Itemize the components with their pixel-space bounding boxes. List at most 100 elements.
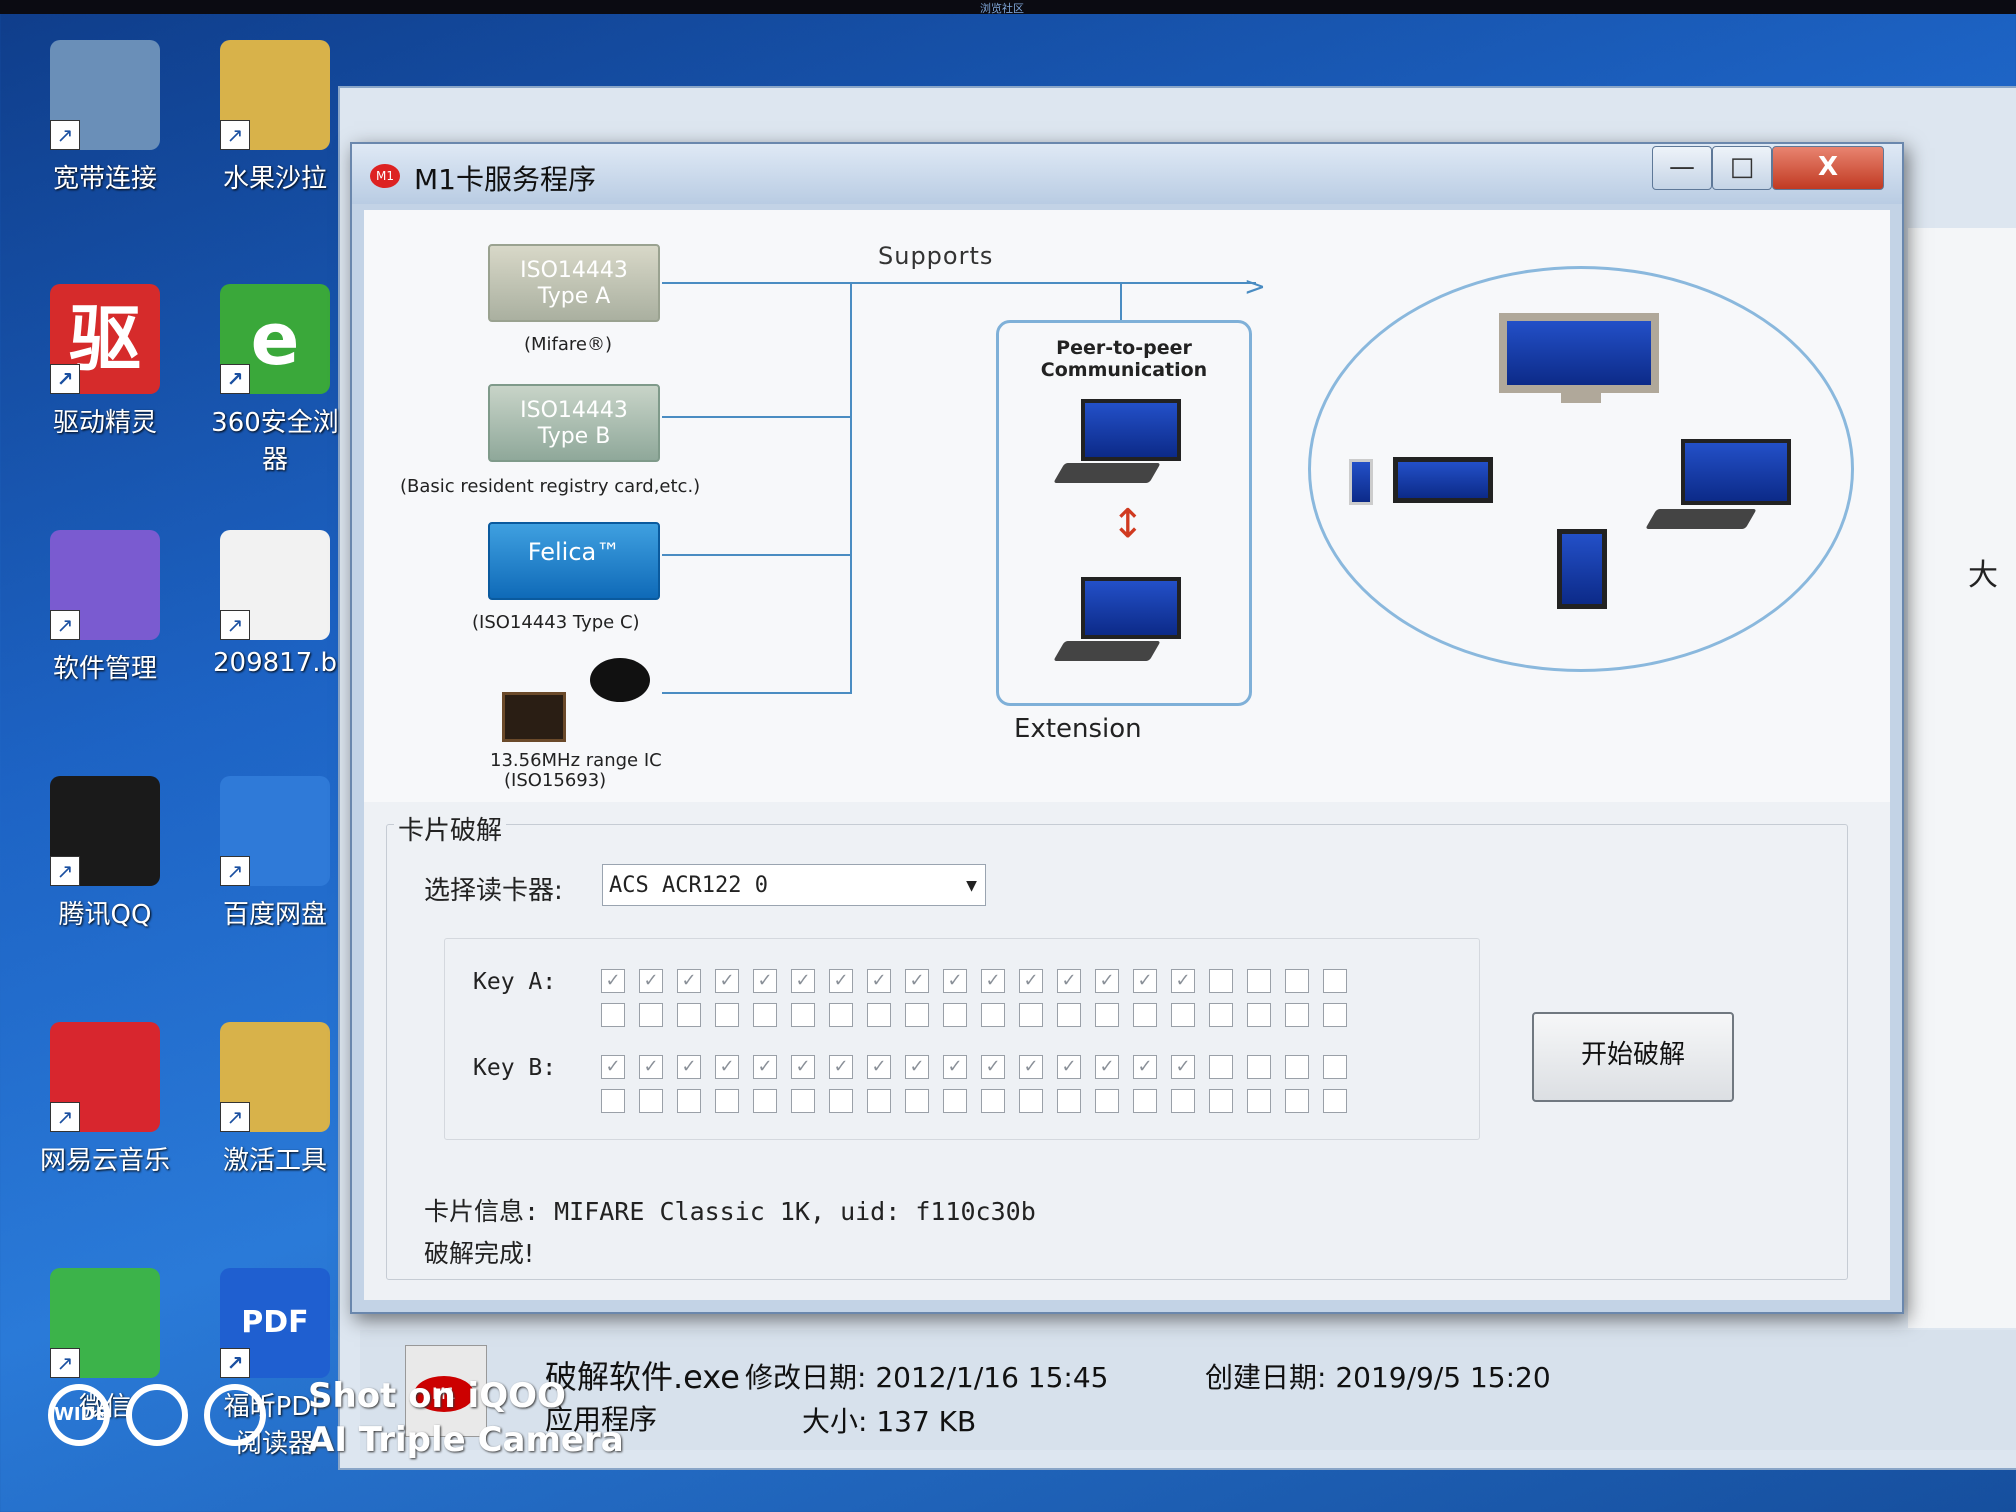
key-a-checkbox[interactable] [1209,969,1233,993]
key-a-checkbox[interactable] [601,1003,625,1027]
key-a-checkbox[interactable] [1171,1003,1195,1027]
key-a-checkbox[interactable] [829,1003,853,1027]
key-a-checkbox[interactable] [1323,969,1347,993]
key-b-checkbox[interactable]: ✓ [791,1055,815,1079]
key-b-checkbox[interactable] [943,1089,967,1113]
key-a-checkbox[interactable]: ✓ [1057,969,1081,993]
key-a-checkbox[interactable] [1323,1003,1347,1027]
key-b-checkbox[interactable]: ✓ [1133,1055,1157,1079]
desktop-icon[interactable]: ↗ 水果沙拉 [200,40,350,195]
reader-select[interactable]: ACS ACR122 0 ▼ [602,864,986,906]
key-b-checkbox[interactable] [981,1089,1005,1113]
key-a-checkbox[interactable]: ✓ [981,969,1005,993]
chevron-down-icon[interactable]: ▼ [966,865,977,907]
key-b-checkbox[interactable] [1095,1089,1119,1113]
key-b-checkbox[interactable] [601,1089,625,1113]
key-b-checkbox[interactable] [1133,1089,1157,1113]
key-a-checkbox[interactable] [1285,1003,1309,1027]
key-a-checkbox[interactable] [1247,1003,1271,1027]
supports-line [662,282,1256,284]
key-b-checkbox[interactable] [1209,1055,1233,1079]
key-a-checkbox[interactable] [1019,1003,1043,1027]
desktop-icon[interactable]: ↗ 激活工具 [200,1022,350,1177]
key-a-checkbox[interactable]: ✓ [943,969,967,993]
key-b-checkbox[interactable]: ✓ [943,1055,967,1079]
close-button[interactable]: X [1772,146,1884,190]
key-b-checkbox[interactable] [867,1089,891,1113]
key-a-checkbox[interactable]: ✓ [829,969,853,993]
key-b-checkbox[interactable]: ✓ [867,1055,891,1079]
key-a-checkbox[interactable]: ✓ [1095,969,1119,993]
key-a-checkbox[interactable] [1209,1003,1233,1027]
key-b-checkbox[interactable] [1323,1055,1347,1079]
key-a-checkbox[interactable] [1285,969,1309,993]
key-a-checkbox[interactable]: ✓ [1171,969,1195,993]
desktop-icon[interactable]: ↗ 百度网盘 [200,776,350,931]
key-b-checkbox[interactable] [791,1089,815,1113]
key-b-checkbox[interactable] [1323,1089,1347,1113]
title-bar[interactable]: M1 M1卡服务程序 — □ X [352,144,1902,204]
key-a-checkbox[interactable]: ✓ [715,969,739,993]
key-a-checkbox[interactable]: ✓ [639,969,663,993]
key-a-checkbox[interactable] [981,1003,1005,1027]
key-a-checkbox[interactable]: ✓ [753,969,777,993]
tag-felica: Felica™ [488,522,660,600]
key-a-checkbox[interactable]: ✓ [1019,969,1043,993]
key-a-checkbox[interactable]: ✓ [1133,969,1157,993]
key-b-checkbox[interactable] [1285,1089,1309,1113]
key-b-checkbox[interactable]: ✓ [601,1055,625,1079]
key-b-checkbox[interactable]: ✓ [829,1055,853,1079]
desktop-icon[interactable]: ↗ 宽带连接 [30,40,180,195]
key-b-checkbox[interactable]: ✓ [981,1055,1005,1079]
key-a-checkbox[interactable] [1247,969,1271,993]
key-b-checkbox[interactable] [1247,1089,1271,1113]
key-a-checkbox[interactable] [1133,1003,1157,1027]
desktop-icon[interactable]: ↗ 腾讯QQ [30,776,180,931]
key-b-checkbox[interactable] [905,1089,929,1113]
desktop-icon[interactable]: 驱 ↗ 驱动精灵 [30,284,180,439]
desktop-icon[interactable]: ↗ 软件管理 [30,530,180,685]
key-b-checkbox[interactable] [715,1089,739,1113]
key-b-checkbox[interactable] [1209,1089,1233,1113]
key-b-checkbox[interactable]: ✓ [715,1055,739,1079]
key-a-checkbox[interactable] [1057,1003,1081,1027]
key-b-checkbox[interactable]: ✓ [639,1055,663,1079]
key-b-checkbox[interactable]: ✓ [753,1055,777,1079]
key-b-checkbox[interactable]: ✓ [905,1055,929,1079]
key-b-checkbox[interactable]: ✓ [1171,1055,1195,1079]
key-a-checkbox[interactable] [753,1003,777,1027]
key-a-checkbox[interactable] [791,1003,815,1027]
desktop-icon[interactable]: e ↗ 360安全浏器 [200,284,350,476]
key-a-checkbox[interactable] [639,1003,663,1027]
card-app-icon: M1 [370,164,400,188]
key-b-checkbox[interactable] [1057,1089,1081,1113]
key-b-checkbox[interactable]: ✓ [677,1055,701,1079]
desktop-icon[interactable]: ↗ 209817.b [200,530,350,678]
key-b-checkbox[interactable]: ✓ [1019,1055,1043,1079]
key-a-checkbox[interactable]: ✓ [905,969,929,993]
key-b-checkbox[interactable] [829,1089,853,1113]
key-a-checkbox[interactable]: ✓ [677,969,701,993]
start-crack-button[interactable]: 开始破解 [1532,1012,1734,1102]
key-b-checkbox[interactable] [1019,1089,1043,1113]
key-b-checkbox[interactable] [753,1089,777,1113]
key-b-checkbox[interactable] [677,1089,701,1113]
desktop-icon[interactable]: ↗ 网易云音乐 [30,1022,180,1177]
key-a-checkbox[interactable] [943,1003,967,1027]
key-a-checkbox[interactable] [905,1003,929,1027]
key-b-checkbox[interactable]: ✓ [1095,1055,1119,1079]
key-a-checkbox[interactable] [715,1003,739,1027]
minimize-button[interactable]: — [1652,146,1712,190]
key-b-checkbox[interactable] [1247,1055,1271,1079]
key-a-checkbox[interactable] [677,1003,701,1027]
key-b-checkbox[interactable] [639,1089,663,1113]
maximize-button[interactable]: □ [1712,146,1772,190]
key-a-checkbox[interactable]: ✓ [867,969,891,993]
key-a-checkbox[interactable]: ✓ [791,969,815,993]
key-a-checkbox[interactable]: ✓ [601,969,625,993]
key-b-checkbox[interactable] [1285,1055,1309,1079]
key-b-checkbox[interactable]: ✓ [1057,1055,1081,1079]
key-a-checkbox[interactable] [867,1003,891,1027]
key-b-checkbox[interactable] [1171,1089,1195,1113]
key-a-checkbox[interactable] [1095,1003,1119,1027]
